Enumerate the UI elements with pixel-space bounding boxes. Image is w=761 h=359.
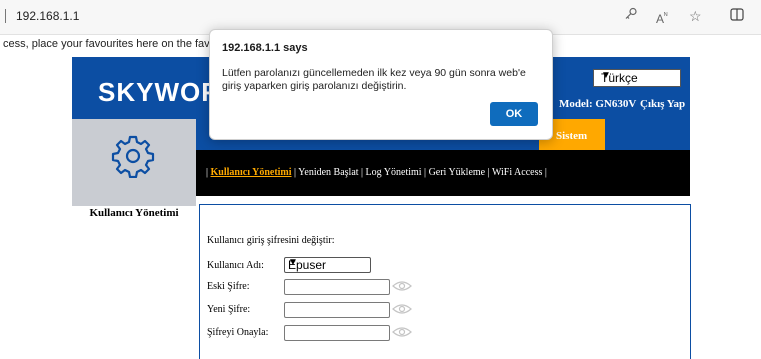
new-password-label: Yeni Şifre: [207,304,251,315]
dialog-message: Lütfen parolanızı güncellemeden ilk kez … [222,67,526,92]
logout-link[interactable]: Çıkış Yap [640,98,685,110]
form-title: Kullanıcı giriş şifresini değiştir: [207,235,335,246]
tab-sistem-label: Sistem [556,130,588,142]
eye-icon[interactable] [392,280,412,292]
favourites-hint: cess, place your favourites here on the … [3,38,238,50]
split-screen-icon[interactable] [730,7,744,25]
address-bar-divider [5,9,6,23]
confirm-password-field[interactable] [284,325,390,341]
key-icon[interactable] [624,7,638,25]
submenu-links: | Kullanıcı Yönetimi | Yeniden Başlat | … [206,167,547,178]
user-management-form: Kullanıcı giriş şifresini değiştir: Kull… [199,204,691,359]
chevron-down-icon: ▼ [288,257,298,268]
favorite-star-icon[interactable]: ☆ [689,7,702,25]
ok-button[interactable]: OK [490,102,538,126]
alert-dialog: 192.168.1.1 says Lütfen parolanızı günce… [209,29,553,140]
brand-logo: SKYWOR [98,77,221,107]
gear-icon [111,135,155,178]
username-label: Kullanıcı Adı: [207,260,264,271]
submenu-bar: | Kullanıcı Yönetimi | Yeniden Başlat | … [196,150,690,196]
submenu-item-user-management[interactable]: Kullanıcı Yönetimi [211,167,292,178]
submenu-item-others[interactable]: | Yeniden Başlat | Log Yönetimi | Geri Y… [294,167,547,178]
old-password-field[interactable] [284,279,390,295]
new-password-field[interactable] [284,302,390,318]
chevron-down-icon: ▼ [601,70,611,81]
language-select[interactable]: Türkçe ▼ [593,69,681,87]
icon-panel [72,119,196,206]
dialog-title: 192.168.1.1 says [222,42,308,54]
read-aloud-icon[interactable]: Aᴺ [656,7,667,28]
model-label: Model: GN630V [559,98,637,110]
username-select[interactable]: Epuser ▼ [284,257,371,273]
eye-icon[interactable] [392,303,412,315]
side-menu-item-user-management[interactable]: Kullanıcı Yönetimi [72,207,196,219]
old-password-label: Eski Şifre: [207,281,250,292]
eye-icon[interactable] [392,326,412,338]
url-field[interactable]: 192.168.1.1 [16,9,79,23]
confirm-password-label: Şifreyi Onayla: [207,327,269,338]
